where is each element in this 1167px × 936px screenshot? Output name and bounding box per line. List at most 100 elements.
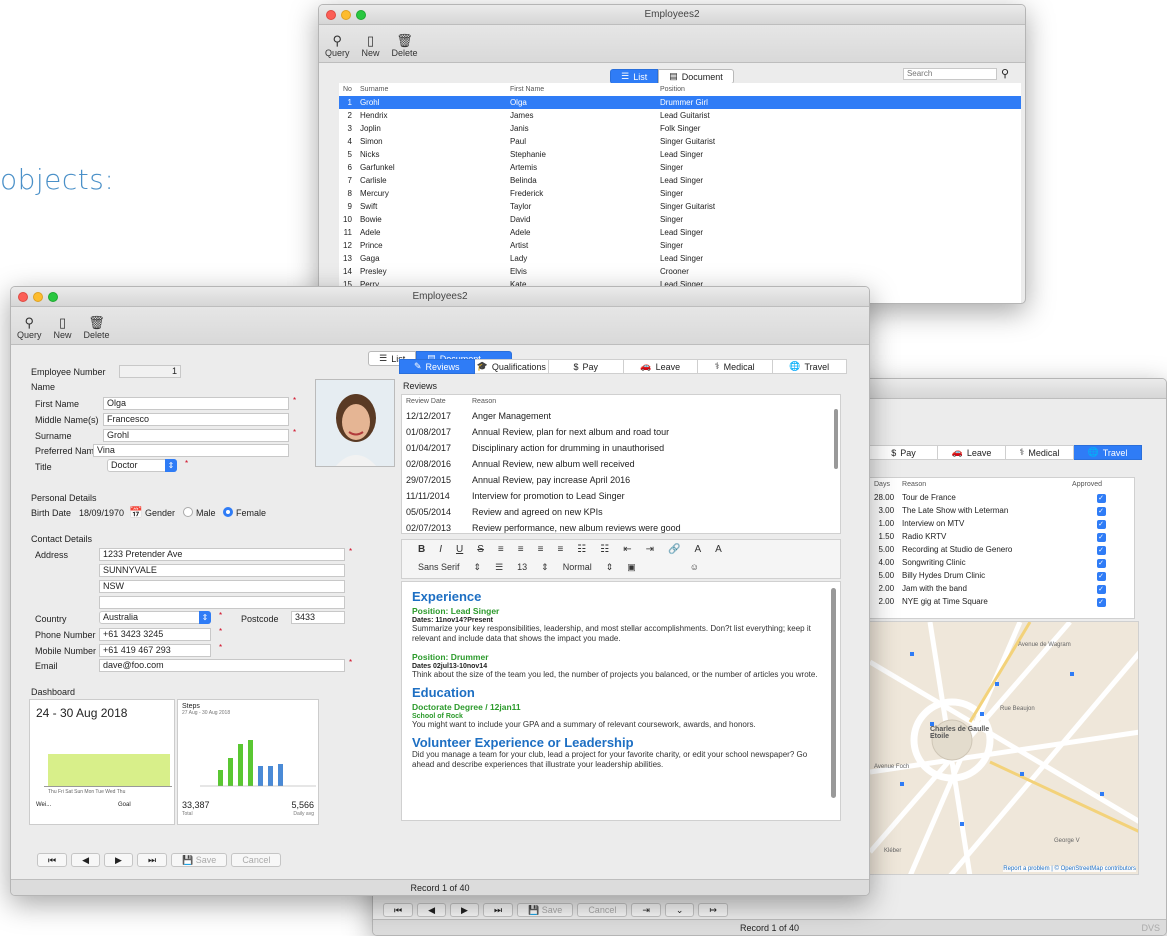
employee-photo[interactable] (315, 379, 395, 467)
table-row[interactable]: 3 Joplin Janis Folk Singer (339, 122, 1021, 135)
map-credit[interactable]: Report a problem | © OpenStreetMap contr… (1003, 866, 1136, 872)
table-row[interactable]: 8 Mercury Frederick Singer (339, 187, 1021, 200)
tab-medical[interactable]: ⚕ Medical (1006, 445, 1074, 460)
table-row[interactable]: 11/11/2014 Interview for promotion to Lea… (402, 488, 840, 504)
tab-travel[interactable]: 🌐 Travel (1074, 445, 1142, 460)
font-select[interactable]: Sans Serif (418, 562, 460, 573)
phone-field[interactable]: +61 3423 3245 (99, 628, 211, 641)
table-row[interactable]: 5.00 Billy Hydes Drum Clinic ✓ (870, 569, 1134, 582)
column-header[interactable]: Approved (1068, 478, 1134, 491)
query-button[interactable]: ⚲ Query (17, 316, 42, 341)
align-left-icon[interactable]: ≡ (498, 544, 504, 555)
search-icon[interactable]: ⚲ (1001, 67, 1009, 80)
indent-icon[interactable]: ⇥ (646, 544, 654, 555)
table-row[interactable]: 02/07/2013 Review performance, new album … (402, 520, 840, 533)
approved-checkbox[interactable]: ✓ (1096, 493, 1106, 503)
first-name-field[interactable]: Olga (103, 397, 289, 410)
delete-button[interactable]: 🗑 Delete (392, 34, 418, 59)
employee-number-field[interactable]: 1 (119, 365, 181, 378)
emoji-icon[interactable]: ☺ (690, 562, 699, 573)
cancel-button[interactable]: Cancel (577, 903, 628, 917)
new-button[interactable]: ▯ New (54, 316, 72, 341)
approved-checkbox[interactable]: ✓ (1096, 558, 1106, 568)
outdent-icon[interactable]: ⇤ (623, 544, 631, 555)
next-record-button[interactable]: ▶ (104, 853, 133, 867)
table-row[interactable]: 12/12/2017 Anger Management (402, 408, 840, 424)
column-header[interactable]: First Name (506, 83, 656, 96)
prev-record-button[interactable]: ◀ (417, 903, 447, 917)
table-row[interactable]: 4 Simon Paul Singer Guitarist (339, 135, 1021, 148)
expand-button[interactable]: ⌄ (664, 903, 695, 917)
table-row[interactable]: 5 Nicks Stephanie Lead Singer (339, 148, 1021, 161)
line-spacing-icon[interactable]: ☰ (495, 562, 503, 573)
table-row[interactable]: 2.00 Jam with the band ✓ (870, 582, 1134, 595)
minimize-button[interactable] (33, 292, 43, 302)
email-field[interactable]: dave@foo.com (99, 659, 345, 672)
tab-list[interactable]: ☰List (610, 69, 659, 84)
female-radio[interactable] (223, 507, 233, 517)
align-justify-icon[interactable]: ≡ (557, 544, 563, 555)
underline-button[interactable]: U (456, 544, 463, 555)
tab-qualifications[interactable]: 🎓 Qualifications (474, 359, 549, 374)
style-select[interactable]: Normal (563, 562, 592, 573)
table-row[interactable]: 1.50 Radio KRTV ✓ (870, 530, 1134, 543)
table-row[interactable]: 12 Prince Artist Singer (339, 239, 1021, 252)
minimize-button[interactable] (341, 10, 351, 20)
address-line3-field[interactable]: NSW (99, 580, 345, 593)
tab-reviews[interactable]: ✎ Reviews (399, 359, 475, 374)
country-select[interactable]: Australia (99, 611, 211, 624)
tab-document[interactable]: ▤Document (658, 69, 734, 84)
preferred-name-field[interactable]: Vina (93, 444, 289, 457)
cancel-button[interactable]: Cancel (231, 853, 282, 867)
size-select[interactable]: 13 (517, 562, 527, 573)
middle-name-field[interactable]: Francesco (103, 413, 289, 426)
table-row[interactable]: 10 Bowie David Singer (339, 213, 1021, 226)
zoom-button[interactable] (48, 292, 58, 302)
table-row[interactable]: 13 Gaga Lady Lead Singer (339, 252, 1021, 265)
ordered-list-icon[interactable]: ☷ (577, 544, 586, 555)
align-center-icon[interactable]: ≡ (518, 544, 524, 555)
first-record-button[interactable]: ⏮ (383, 903, 414, 917)
table-row[interactable]: 29/07/2015 Annual Review, pay increase Ap… (402, 472, 840, 488)
column-header[interactable]: Reason (468, 395, 840, 408)
highlight-icon[interactable]: A (715, 544, 722, 555)
table-row[interactable]: 3.00 The Late Show with Leterman ✓ (870, 504, 1134, 517)
bullet-list-icon[interactable]: ☷ (600, 544, 609, 555)
column-header[interactable]: No (339, 83, 356, 96)
text-color-icon[interactable]: A (694, 544, 701, 555)
prev-record-button[interactable]: ◀ (71, 853, 101, 867)
tab-travel[interactable]: 🌐 Travel (772, 359, 847, 374)
table-row[interactable]: 2.00 NYE gig at Time Square ✓ (870, 595, 1134, 608)
address-line2-field[interactable]: SUNNYVALE (99, 564, 345, 577)
mobile-field[interactable]: +61 419 467 293 (99, 644, 211, 657)
approved-checkbox[interactable]: ✓ (1096, 532, 1106, 542)
table-row[interactable]: 1.00 Interview on MTV ✓ (870, 517, 1134, 530)
last-record-button[interactable]: ⏭ (482, 903, 514, 917)
table-row[interactable]: 2 Hendrix James Lead Guitarist (339, 109, 1021, 122)
strike-button[interactable]: S (477, 544, 484, 555)
approved-checkbox[interactable]: ✓ (1096, 571, 1106, 581)
table-row[interactable]: 9 Swift Taylor Singer Guitarist (339, 200, 1021, 213)
editor-scrollbar[interactable] (831, 588, 836, 798)
query-button[interactable]: ⚲ Query (325, 34, 350, 59)
align-right-icon[interactable]: ≡ (538, 544, 544, 555)
address-line4-field[interactable] (99, 596, 345, 609)
tab-pay[interactable]: $ Pay (869, 445, 938, 460)
surname-field[interactable]: Grohl (103, 429, 289, 442)
save-button[interactable]: 💾 Save (171, 853, 228, 867)
postcode-field[interactable]: 3433 (291, 611, 345, 624)
close-button[interactable] (326, 10, 336, 20)
italic-button[interactable]: I (439, 544, 442, 555)
approved-checkbox[interactable]: ✓ (1096, 597, 1106, 607)
table-row[interactable]: 02/08/2016 Annual Review, new album well … (402, 456, 840, 472)
reviews-scrollbar[interactable] (834, 409, 838, 469)
approved-checkbox[interactable]: ✓ (1096, 584, 1106, 594)
bold-button[interactable]: B (418, 544, 425, 555)
table-row[interactable]: 05/05/2014 Review and agreed on new KPIs (402, 504, 840, 520)
table-row[interactable]: 6 Garfunkel Artemis Singer (339, 161, 1021, 174)
column-header[interactable]: Review Date (402, 395, 468, 408)
tab-leave[interactable]: 🚗 Leave (623, 359, 698, 374)
table-row[interactable]: 14 Presley Elvis Crooner (339, 265, 1021, 278)
table-row[interactable]: 1 Grohl Olga Drummer Girl (339, 96, 1021, 109)
table-row[interactable]: 11 Adele Adele Lead Singer (339, 226, 1021, 239)
